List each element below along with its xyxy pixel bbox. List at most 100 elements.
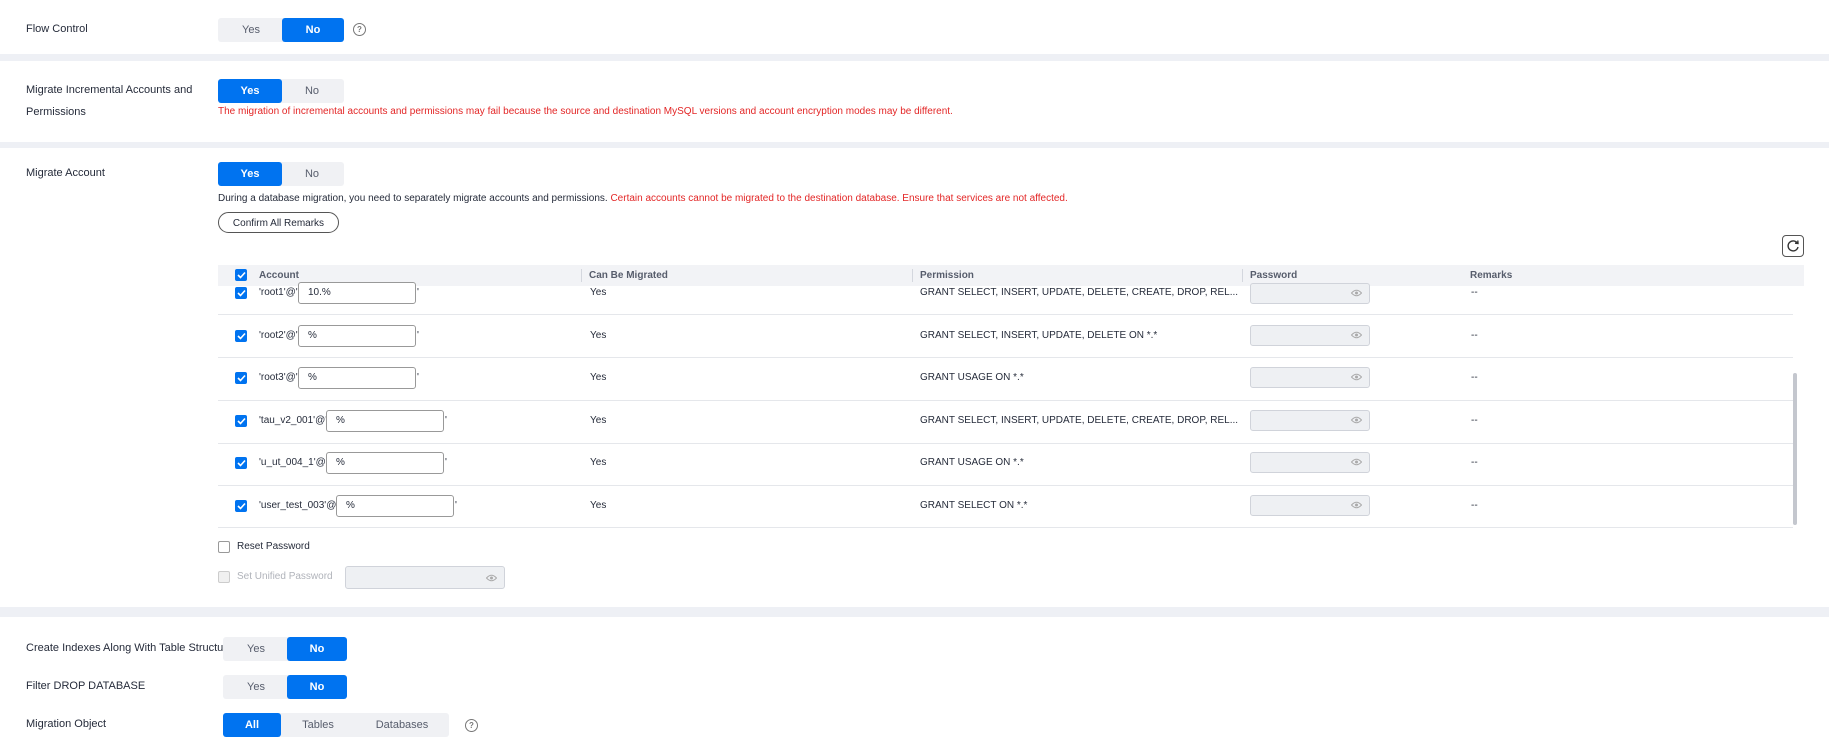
eye-icon[interactable] <box>1351 373 1362 381</box>
eye-icon[interactable] <box>1351 331 1362 339</box>
can-be-migrated-value: Yes <box>590 372 607 383</box>
check-icon <box>236 289 246 297</box>
account-suffix: ' <box>417 330 419 341</box>
account-name: 'tau_v2_001'@' <box>259 415 328 426</box>
incremental-accounts-no-option[interactable]: No <box>280 79 344 103</box>
permission-value: GRANT SELECT, INSERT, UPDATE, DELETE, CR… <box>920 287 1239 298</box>
remarks-value: -- <box>1471 330 1478 341</box>
host-input[interactable]: % <box>336 495 454 517</box>
account-name: 'user_test_003'@' <box>259 500 339 511</box>
migrate-account-note: During a database migration, you need to… <box>218 193 1068 204</box>
can-be-migrated-value: Yes <box>590 415 607 426</box>
filter-drop-database-no-option[interactable]: No <box>287 675 347 699</box>
table-row: 'root1'@' 10.% ' Yes GRANT SELECT, INSER… <box>218 282 1793 315</box>
eye-icon[interactable] <box>1351 458 1362 466</box>
migrate-account-label: Migrate Account <box>26 167 105 179</box>
create-indexes-label: Create Indexes Along With Table Structur… <box>26 642 234 654</box>
column-divider <box>912 269 913 282</box>
help-icon[interactable]: ? <box>465 719 478 732</box>
help-icon[interactable]: ? <box>353 23 366 36</box>
account-suffix: ' <box>417 287 419 298</box>
row-checkbox[interactable] <box>235 500 247 512</box>
can-be-migrated-value: Yes <box>590 500 607 511</box>
permission-value: GRANT USAGE ON *.* <box>920 372 1024 383</box>
select-all-checkbox[interactable] <box>235 269 247 281</box>
can-be-migrated-value: Yes <box>590 330 607 341</box>
account-name: 'root1'@' <box>259 287 298 298</box>
password-input[interactable] <box>1250 452 1370 473</box>
create-indexes-toggle: Yes No <box>223 637 347 661</box>
flow-control-section: Flow Control Yes No ? <box>0 0 1829 54</box>
unified-password-checkbox[interactable] <box>218 571 230 583</box>
account-suffix: ' <box>445 415 447 426</box>
unified-password-input[interactable] <box>345 566 505 589</box>
password-input[interactable] <box>1250 410 1370 431</box>
incremental-accounts-yes-option[interactable]: Yes <box>218 79 282 103</box>
permission-value: GRANT SELECT ON *.* <box>920 500 1028 511</box>
password-input[interactable] <box>1250 367 1370 388</box>
row-checkbox[interactable] <box>235 457 247 469</box>
eye-icon[interactable] <box>1351 289 1362 297</box>
check-icon <box>236 459 246 467</box>
reset-password-label: Reset Password <box>237 541 310 552</box>
remarks-value: -- <box>1471 457 1478 468</box>
incremental-accounts-label-line2: Permissions <box>26 106 86 118</box>
remarks-value: -- <box>1471 372 1478 383</box>
account-name: 'u_ut_004_1'@' <box>259 457 328 468</box>
migrate-account-toggle: Yes No <box>218 162 344 186</box>
eye-icon[interactable] <box>1351 416 1362 424</box>
row-checkbox[interactable] <box>235 287 247 299</box>
remarks-value: -- <box>1471 415 1478 426</box>
flow-control-no-option[interactable]: No <box>282 18 344 42</box>
filter-drop-database-yes-option[interactable]: Yes <box>223 675 289 699</box>
incremental-accounts-toggle: Yes No <box>218 79 344 103</box>
check-icon <box>236 417 246 425</box>
permission-value: GRANT USAGE ON *.* <box>920 457 1024 468</box>
create-indexes-no-option[interactable]: No <box>287 637 347 661</box>
host-input[interactable]: % <box>298 367 416 389</box>
host-input[interactable]: % <box>326 452 444 474</box>
incremental-accounts-warning: The migration of incremental accounts an… <box>218 106 953 117</box>
eye-icon[interactable] <box>486 574 497 582</box>
check-icon <box>236 271 246 279</box>
table-row: 'root2'@' % ' Yes GRANT SELECT, INSERT, … <box>218 315 1793 358</box>
create-indexes-yes-option[interactable]: Yes <box>223 637 289 661</box>
migration-object-toggle: All Tables Databases <box>223 713 449 737</box>
table-scrollbar[interactable] <box>1793 373 1797 525</box>
host-input[interactable]: % <box>326 410 444 432</box>
eye-icon[interactable] <box>1351 501 1362 509</box>
flow-control-yes-option[interactable]: Yes <box>218 18 284 42</box>
check-icon <box>236 374 246 382</box>
account-suffix: ' <box>455 500 457 511</box>
password-input[interactable] <box>1250 325 1370 346</box>
account-suffix: ' <box>445 457 447 468</box>
can-be-migrated-value: Yes <box>590 287 607 298</box>
check-icon <box>236 502 246 510</box>
table-row: 'root3'@' % ' Yes GRANT USAGE ON *.* -- <box>218 358 1793 401</box>
flow-control-toggle: Yes No <box>218 18 344 42</box>
row-checkbox[interactable] <box>235 415 247 427</box>
row-checkbox[interactable] <box>235 330 247 342</box>
migration-object-databases-option[interactable]: Databases <box>355 713 449 737</box>
table-row: 'user_test_003'@' % ' Yes GRANT SELECT O… <box>218 485 1793 528</box>
password-input[interactable] <box>1250 495 1370 516</box>
table-row: 'u_ut_004_1'@' % ' Yes GRANT USAGE ON *.… <box>218 443 1793 486</box>
incremental-accounts-section: Migrate Incremental Accounts and Permiss… <box>0 61 1829 142</box>
migrate-account-no-option[interactable]: No <box>280 162 344 186</box>
row-checkbox[interactable] <box>235 372 247 384</box>
password-input[interactable] <box>1250 283 1370 304</box>
migration-object-all-option[interactable]: All <box>223 713 281 737</box>
column-divider <box>1242 269 1243 282</box>
migrate-account-yes-option[interactable]: Yes <box>218 162 282 186</box>
host-input[interactable]: 10.% <box>298 282 416 304</box>
confirm-all-remarks-button[interactable]: Confirm All Remarks <box>218 212 339 233</box>
column-divider <box>581 269 582 282</box>
migration-object-tables-option[interactable]: Tables <box>279 713 357 737</box>
table-row: 'tau_v2_001'@' % ' Yes GRANT SELECT, INS… <box>218 401 1793 444</box>
reset-password-checkbox[interactable] <box>218 541 230 553</box>
refresh-button[interactable] <box>1782 235 1804 257</box>
permission-value: GRANT SELECT, INSERT, UPDATE, DELETE ON … <box>920 330 1158 341</box>
remarks-value: -- <box>1471 287 1478 298</box>
filter-drop-database-toggle: Yes No <box>223 675 347 699</box>
host-input[interactable]: % <box>298 325 416 347</box>
